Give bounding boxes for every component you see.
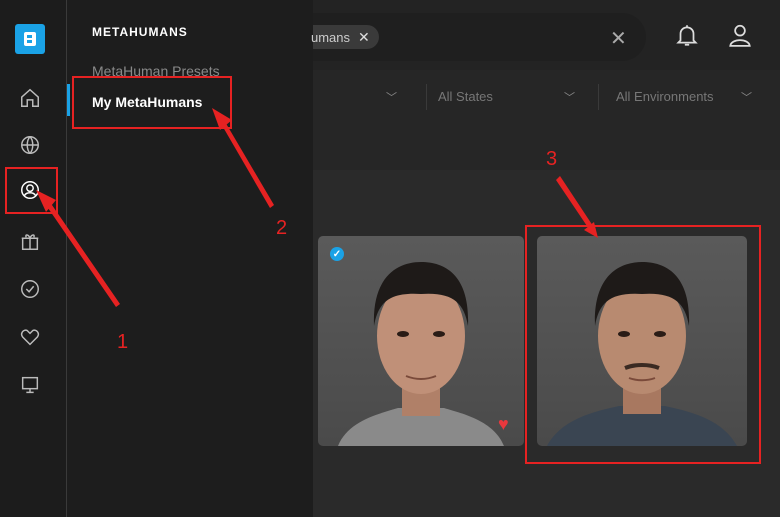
search-clear-icon[interactable]: ✕ [610, 26, 627, 51]
annotation-box-3 [525, 225, 761, 464]
active-indicator [67, 84, 70, 116]
heart-icon[interactable] [17, 324, 43, 350]
chip-close-icon[interactable]: ✕ [358, 29, 370, 46]
metahuman-card[interactable] [318, 236, 524, 446]
filter-states-label: All States [438, 89, 493, 104]
account-icon[interactable] [727, 22, 753, 53]
favorite-heart-icon[interactable]: ♥ [498, 414, 509, 435]
globe-icon[interactable] [17, 132, 43, 158]
monitor-icon[interactable] [17, 372, 43, 398]
annotation-box-2 [72, 76, 232, 129]
filter-states-dropdown[interactable]: All States [438, 89, 493, 104]
flyout-title: METAHUMANS [92, 25, 188, 39]
annotation-label-3: 3 [546, 148, 558, 170]
verified-badge-icon: ✓ [330, 247, 344, 261]
metahuman-portrait [338, 262, 504, 446]
search-filter-chip[interactable]: umans ✕ [311, 25, 379, 49]
icon-rail [0, 0, 67, 517]
logo-icon[interactable] [15, 24, 45, 54]
filter-environments-dropdown[interactable]: All Environments [616, 89, 714, 104]
chip-label: umans [311, 29, 351, 45]
annotation-label-1: 1 [117, 331, 129, 353]
gift-icon[interactable] [17, 228, 43, 254]
annotation-label-2: 2 [276, 217, 288, 239]
filter-environments-label: All Environments [616, 89, 714, 104]
bell-icon[interactable] [674, 22, 700, 53]
annotation-box-1 [5, 167, 58, 214]
filter-separator [426, 84, 427, 110]
home-icon[interactable] [17, 85, 43, 111]
check-circle-icon[interactable] [17, 276, 43, 302]
filter-separator [598, 84, 599, 110]
